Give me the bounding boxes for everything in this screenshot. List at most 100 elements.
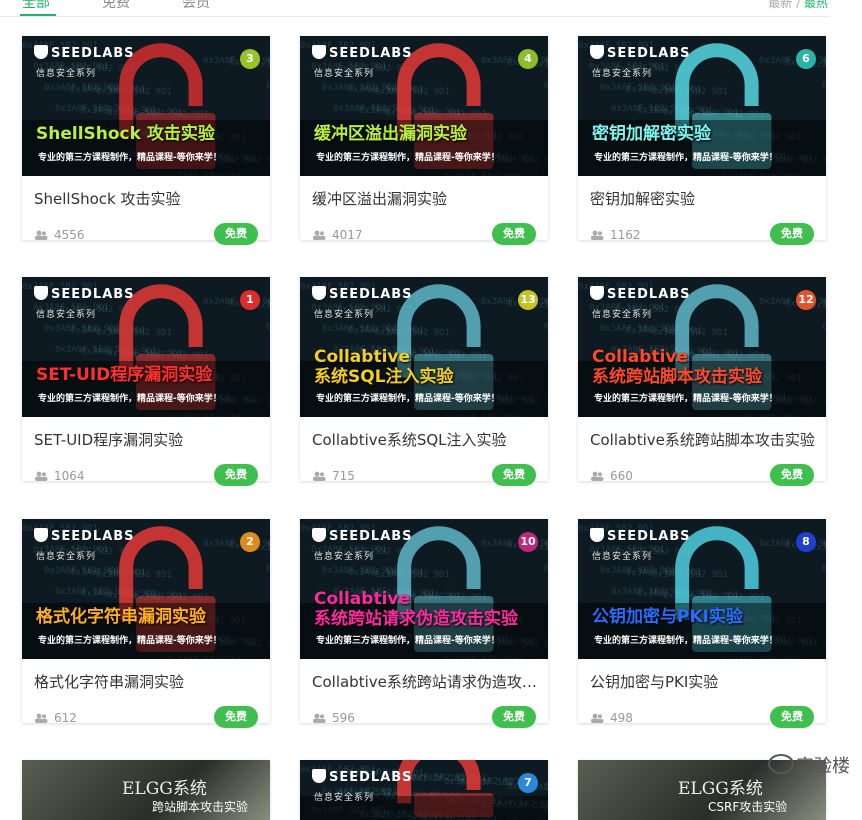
free-badge[interactable]: 免费 — [770, 706, 814, 728]
svg-text:0x3A8F 5B2 9D1: 0x3A8F 5B2 9D1 — [44, 566, 120, 576]
banner-subtitle: CSRF攻击实验 — [708, 800, 788, 814]
course-card[interactable]: 0x3A8F 5B2 9D1 0x3A8F 5B2 9D1 0x3A8F 5B2 9… — [22, 277, 270, 486]
learner-count: 1064 — [54, 469, 85, 483]
course-card-partial[interactable]: ELGG系统 跨站脚本攻击实验 — [22, 760, 270, 820]
banner-tagline: 专业的第三方课程制作，精品课程-等你来学！ — [594, 636, 778, 646]
users-icon — [313, 471, 326, 481]
shield-icon — [312, 45, 326, 59]
free-badge[interactable]: 免费 — [492, 706, 536, 728]
shield-icon — [34, 528, 48, 542]
banner-tagline: 专业的第三方课程制作，精品课程-等你来学！ — [316, 636, 500, 646]
course-banner[interactable]: 0x3A8F 5B2 9D1 0x3A8F 5B2 9D1 0x3A8F 5B2 9… — [578, 36, 826, 176]
free-badge[interactable]: 免费 — [770, 464, 814, 486]
seed-labs-brand: SEEDLABS — [51, 529, 135, 544]
svg-text:0x3A8F 5B2 9D1: 0x3A8F 5B2 9D1 — [544, 564, 548, 574]
users-icon — [313, 713, 326, 723]
seed-labs-logo: SEEDLABS — [34, 528, 135, 544]
wechat-icon — [768, 754, 794, 774]
course-title[interactable]: 密钥加解密实验 — [590, 188, 816, 209]
sort-hottest[interactable]: 最热 — [804, 0, 828, 10]
svg-text:0x3A8F 5B2 9D1: 0x3A8F 5B2 9D1 — [266, 81, 270, 91]
course-banner[interactable]: 0x3A8F 5B2 9D1 0x3A8F 5B2 9D1 0x3A8F 5B2 9… — [300, 760, 548, 820]
svg-text:0x3A8F 5B2 9D1: 0x3A8F 5B2 9D1 — [444, 777, 520, 787]
course-banner[interactable]: 0x3A8F 5B2 9D1 0x3A8F 5B2 9D1 0x3A8F 5B2 9… — [300, 277, 548, 417]
course-banner[interactable]: ELGG系统 跨站脚本攻击实验 — [22, 760, 270, 820]
free-badge[interactable]: 免费 — [214, 464, 258, 486]
course-card[interactable]: 0x3A8F 5B2 9D1 0x3A8F 5B2 9D1 0x3A8F 5B2 9… — [578, 36, 826, 245]
svg-text:0x3A8F 5B2 9D1: 0x3A8F 5B2 9D1 — [44, 83, 120, 93]
course-banner[interactable]: 0x3A8F 5B2 9D1 0x3A8F 5B2 9D1 0x3A8F 5B2 9… — [22, 277, 270, 417]
course-title[interactable]: SET-UID程序漏洞实验 — [34, 429, 260, 450]
course-number-badge: 2 — [240, 532, 260, 552]
course-card[interactable]: 0x3A8F 5B2 9D1 0x3A8F 5B2 9D1 0x3A8F 5B2 9… — [578, 277, 826, 486]
svg-text:0x3A8F 5B2 9D1: 0x3A8F 5B2 9D1 — [322, 324, 398, 334]
course-card-partial[interactable]: 0x3A8F 5B2 9D1 0x3A8F 5B2 9D1 0x3A8F 5B2 9… — [300, 760, 548, 820]
banner-subtitle: 系统跨站脚本攻击实验 — [592, 367, 762, 387]
free-badge[interactable]: 免费 — [492, 464, 536, 486]
course-banner[interactable]: 0x3A8F 5B2 9D1 0x3A8F 5B2 9D1 0x3A8F 5B2 9… — [22, 36, 270, 176]
course-card[interactable]: 0x3A8F 5B2 9D1 0x3A8F 5B2 9D1 0x3A8F 5B2 9… — [300, 519, 548, 728]
course-title[interactable]: 格式化字符串漏洞实验 — [34, 671, 260, 692]
seed-labs-brand: SEEDLABS — [329, 46, 413, 61]
free-badge[interactable]: 免费 — [492, 223, 536, 245]
series-label: 信息安全系列 — [592, 69, 653, 79]
users-icon — [591, 471, 604, 481]
course-card[interactable]: 0x3A8F 5B2 9D1 0x3A8F 5B2 9D1 0x3A8F 5B2 9… — [300, 36, 548, 245]
series-label: 信息安全系列 — [36, 552, 97, 562]
course-banner[interactable]: 0x3A8F 5B2 9D1 0x3A8F 5B2 9D1 0x3A8F 5B2 9… — [578, 277, 826, 417]
seed-labs-brand: SEEDLABS — [607, 46, 691, 61]
sort-options: 最新 / 最热 — [768, 0, 828, 11]
users-icon — [35, 713, 48, 723]
banner-title: 格式化字符串漏洞实验 — [36, 607, 206, 627]
users-icon — [313, 230, 326, 240]
course-card[interactable]: 0x3A8F 5B2 9D1 0x3A8F 5B2 9D1 0x3A8F 5B2 9… — [22, 519, 270, 728]
users-icon — [591, 713, 604, 723]
seed-labs-brand: SEEDLABS — [51, 287, 135, 302]
tab-all[interactable]: 全部 — [22, 0, 50, 12]
course-title[interactable]: 公钥加密与PKI实验 — [590, 671, 816, 692]
course-number-badge: 8 — [796, 532, 816, 552]
users-icon — [35, 471, 48, 481]
course-filter-tabs: 全部 免费 会员 — [0, 0, 830, 17]
course-title[interactable]: 缓冲区溢出漏洞实验 — [312, 188, 538, 209]
svg-text:0x3A8F 5B2 9D1: 0x3A8F 5B2 9D1 — [822, 81, 826, 91]
banner-title: SET-UID程序漏洞实验 — [36, 365, 213, 385]
banner-subtitle: 系统跨站请求伪造攻击实验 — [314, 609, 518, 629]
seed-labs-logo: SEEDLABS — [312, 769, 413, 785]
banner-tagline: 专业的第三方课程制作，精品课程-等你来学！ — [316, 153, 500, 163]
course-title[interactable]: Collabtive系统跨站脚本攻击实验 — [590, 429, 816, 450]
learner-count: 660 — [610, 469, 633, 483]
course-title[interactable]: ShellShock 攻击实验 — [34, 188, 260, 209]
free-badge[interactable]: 免费 — [214, 706, 258, 728]
shield-icon — [590, 45, 604, 59]
free-badge[interactable]: 免费 — [770, 223, 814, 245]
course-card[interactable]: 0x3A8F 5B2 9D1 0x3A8F 5B2 9D1 0x3A8F 5B2 9… — [22, 36, 270, 245]
learner-count: 715 — [332, 469, 355, 483]
tab-free[interactable]: 免费 — [102, 0, 130, 12]
seed-labs-brand: SEEDLABS — [329, 287, 413, 302]
banner-title: Collabtive — [314, 347, 411, 367]
course-number-badge: 4 — [518, 49, 538, 69]
course-banner[interactable]: 0x3A8F 5B2 9D1 0x3A8F 5B2 9D1 0x3A8F 5B2 9… — [300, 519, 548, 659]
free-badge[interactable]: 免费 — [214, 223, 258, 245]
learner-count: 4556 — [54, 228, 85, 242]
banner-title: Collabtive — [314, 589, 411, 609]
course-banner[interactable]: 0x3A8F 5B2 9D1 0x3A8F 5B2 9D1 0x3A8F 5B2 9… — [22, 519, 270, 659]
course-card[interactable]: 0x3A8F 5B2 9D1 0x3A8F 5B2 9D1 0x3A8F 5B2 9… — [300, 277, 548, 486]
course-title[interactable]: Collabtive系统跨站请求伪造攻击实验 — [312, 671, 538, 692]
course-banner[interactable]: 0x3A8F 5B2 9D1 0x3A8F 5B2 9D1 0x3A8F 5B2 9… — [300, 36, 548, 176]
course-title[interactable]: Collabtive系统SQL注入实验 — [312, 429, 538, 450]
series-label: 信息安全系列 — [314, 793, 375, 803]
banner-subtitle: 跨站脚本攻击实验 — [152, 800, 249, 814]
banner-tagline: 专业的第三方课程制作，精品课程-等你来学！ — [594, 153, 778, 163]
learner-count: 1162 — [610, 228, 641, 242]
course-card[interactable]: 0x3A8F 5B2 9D1 0x3A8F 5B2 9D1 0x3A8F 5B2 9… — [578, 519, 826, 728]
sort-newest[interactable]: 最新 — [768, 0, 792, 10]
banner-title: 公钥加密与PKI实验 — [592, 607, 743, 627]
series-label: 信息安全系列 — [314, 310, 375, 320]
course-banner[interactable]: 0x3A8F 5B2 9D1 0x3A8F 5B2 9D1 0x3A8F 5B2 9… — [578, 519, 826, 659]
active-tab-indicator — [20, 14, 56, 16]
learner-count: 612 — [54, 711, 77, 725]
tab-member[interactable]: 会员 — [182, 0, 210, 12]
seed-labs-logo: SEEDLABS — [34, 286, 135, 302]
